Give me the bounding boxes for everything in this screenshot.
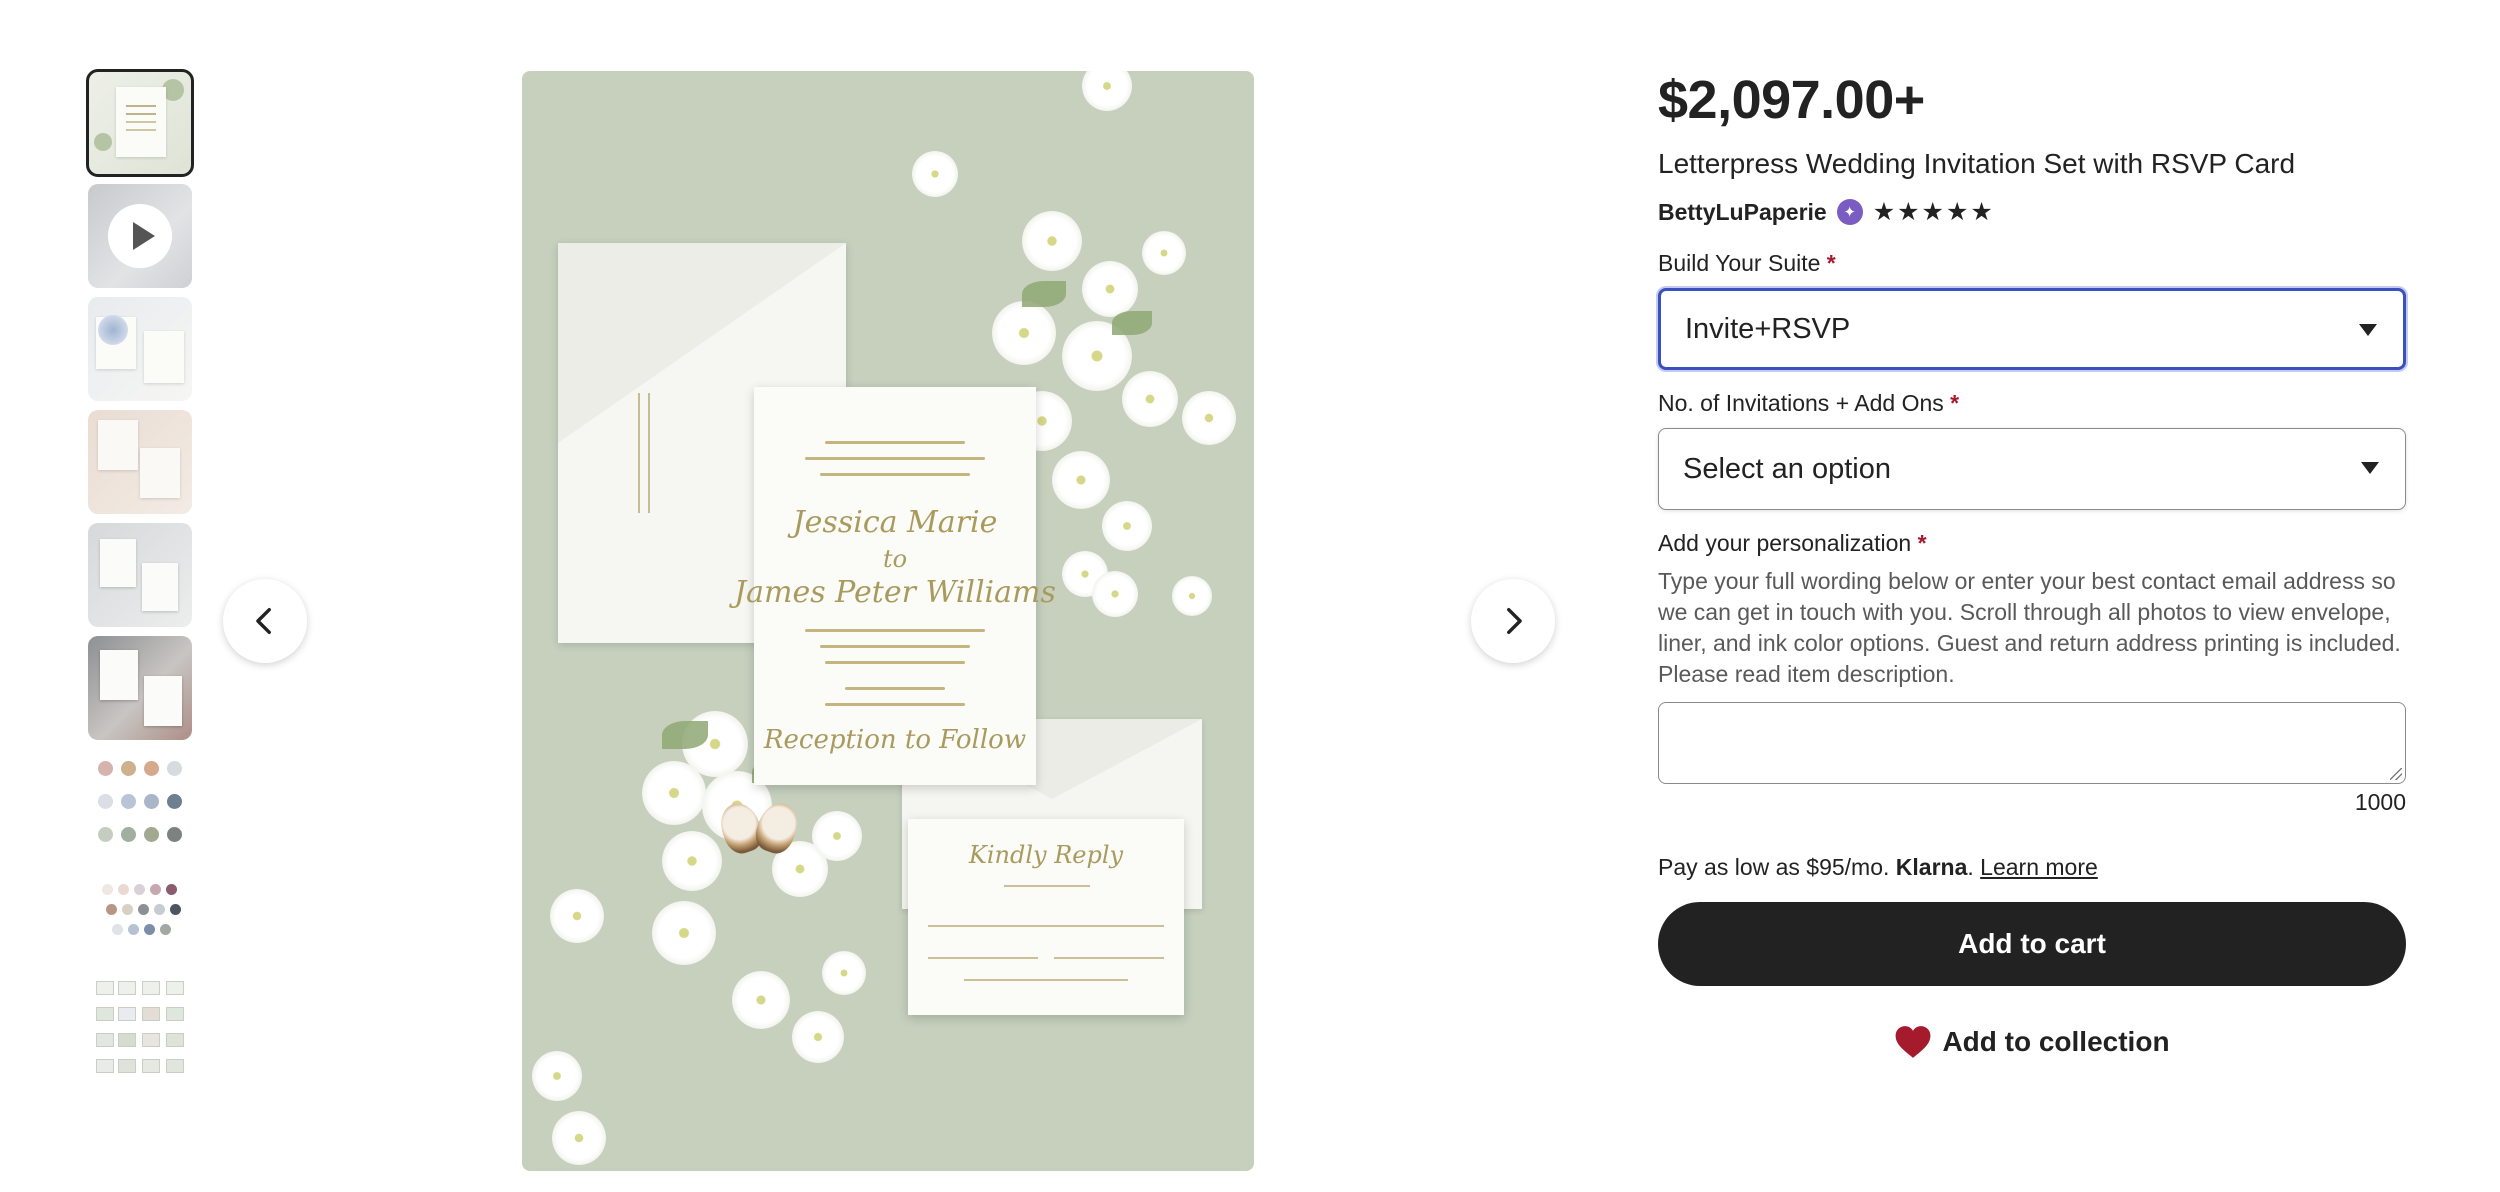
invitations-select-value: Select an option — [1683, 452, 1891, 485]
required-mark: * — [1950, 390, 1960, 416]
suite-select-value: Invite+RSVP — [1685, 312, 1851, 345]
thumbnail-strip — [86, 69, 194, 1088]
thumbnail-liner-options[interactable] — [88, 975, 192, 1079]
suite-label: Build Your Suite * — [1658, 248, 2406, 278]
thumbnail-grey-suite[interactable] — [88, 523, 192, 627]
invitation-card-image: Jessica Marie to James Peter Williams Re… — [734, 387, 1056, 785]
invite-card-image — [116, 87, 166, 157]
card-image — [144, 676, 182, 726]
card-image — [142, 563, 178, 611]
personalization-textarea[interactable] — [1658, 702, 2406, 784]
klarna-logo: Klarna — [1895, 854, 1968, 880]
thumbnail-blue-floral-suite[interactable] — [88, 297, 192, 401]
chevron-right-icon — [1507, 607, 1522, 635]
required-mark: * — [1917, 530, 1927, 556]
next-image-button[interactable] — [1471, 579, 1555, 663]
thumbnail-video[interactable] — [88, 184, 192, 288]
thumbnail-envelope-color-swatches[interactable] — [88, 862, 192, 966]
suite-label-text: Build Your Suite — [1658, 250, 1821, 276]
add-to-cart-button[interactable]: Add to cart — [1658, 902, 2406, 986]
thumbnail-ink-color-swatches[interactable] — [88, 749, 192, 853]
caret-down-icon — [2359, 324, 2377, 336]
card-image — [140, 448, 180, 498]
personalization-label-text: Add your personalization — [1658, 530, 1912, 556]
previous-image-button[interactable] — [223, 579, 307, 663]
card-image — [98, 420, 138, 470]
card-image — [100, 539, 136, 587]
personalization-instructions: Type your full wording below or enter yo… — [1658, 568, 2401, 687]
rating-stars[interactable]: ★★★★★ — [1873, 197, 1995, 227]
add-to-collection-button[interactable]: Add to collection — [1658, 1004, 2406, 1080]
rsvp-card-image: Kindly Reply — [908, 819, 1184, 1015]
thumbnail-blush-suite[interactable] — [88, 410, 192, 514]
add-to-collection-label: Add to collection — [1942, 1026, 2170, 1057]
floral-liner-image — [98, 315, 128, 345]
resize-handle-icon[interactable] — [2390, 768, 2402, 780]
shop-info: BettyLuPaperie ✦ ★★★★★ — [1658, 194, 2406, 230]
personalization-label: Add your personalization * — [1658, 528, 2406, 558]
financing-info: Pay as low as $95/mo. Klarna. Learn more — [1658, 852, 2406, 882]
invitations-select[interactable]: Select an option — [1658, 428, 2406, 510]
caret-down-icon — [2361, 462, 2379, 474]
required-mark: * — [1826, 250, 1836, 276]
thumbnail-dark-suite[interactable] — [88, 636, 192, 740]
butterfly-image — [714, 787, 804, 873]
play-icon — [108, 204, 172, 268]
financing-separator: . — [1967, 854, 1974, 880]
listing-details-panel: $2,097.00+ Letterpress Wedding Invitatio… — [1658, 60, 2406, 1080]
invitations-label: No. of Invitations + Add Ons * — [1658, 388, 2406, 418]
heart-icon — [1896, 1026, 1931, 1058]
listing-title: Letterpress Wedding Invitation Set with … — [1658, 148, 2296, 179]
suite-select[interactable]: Invite+RSVP — [1658, 288, 2406, 370]
thumbnail-invite-front[interactable] — [86, 69, 194, 177]
main-product-image: Jessica Marie to James Peter Williams Re… — [522, 71, 1254, 1171]
card-image — [144, 331, 184, 383]
card-image — [100, 650, 138, 700]
star-seller-badge-icon: ✦ — [1836, 199, 1863, 225]
learn-more-link[interactable]: Learn more — [1980, 854, 2098, 880]
price: $2,097.00+ — [1658, 70, 1925, 130]
financing-text: Pay as low as $95/mo. — [1658, 854, 1890, 880]
leaf-decoration — [94, 133, 112, 151]
chevron-left-icon — [256, 607, 271, 635]
character-counter: 1000 — [2354, 789, 2406, 815]
invitations-label-text: No. of Invitations + Add Ons — [1658, 390, 1944, 416]
shop-name-link[interactable]: BettyLuPaperie — [1658, 199, 1827, 226]
